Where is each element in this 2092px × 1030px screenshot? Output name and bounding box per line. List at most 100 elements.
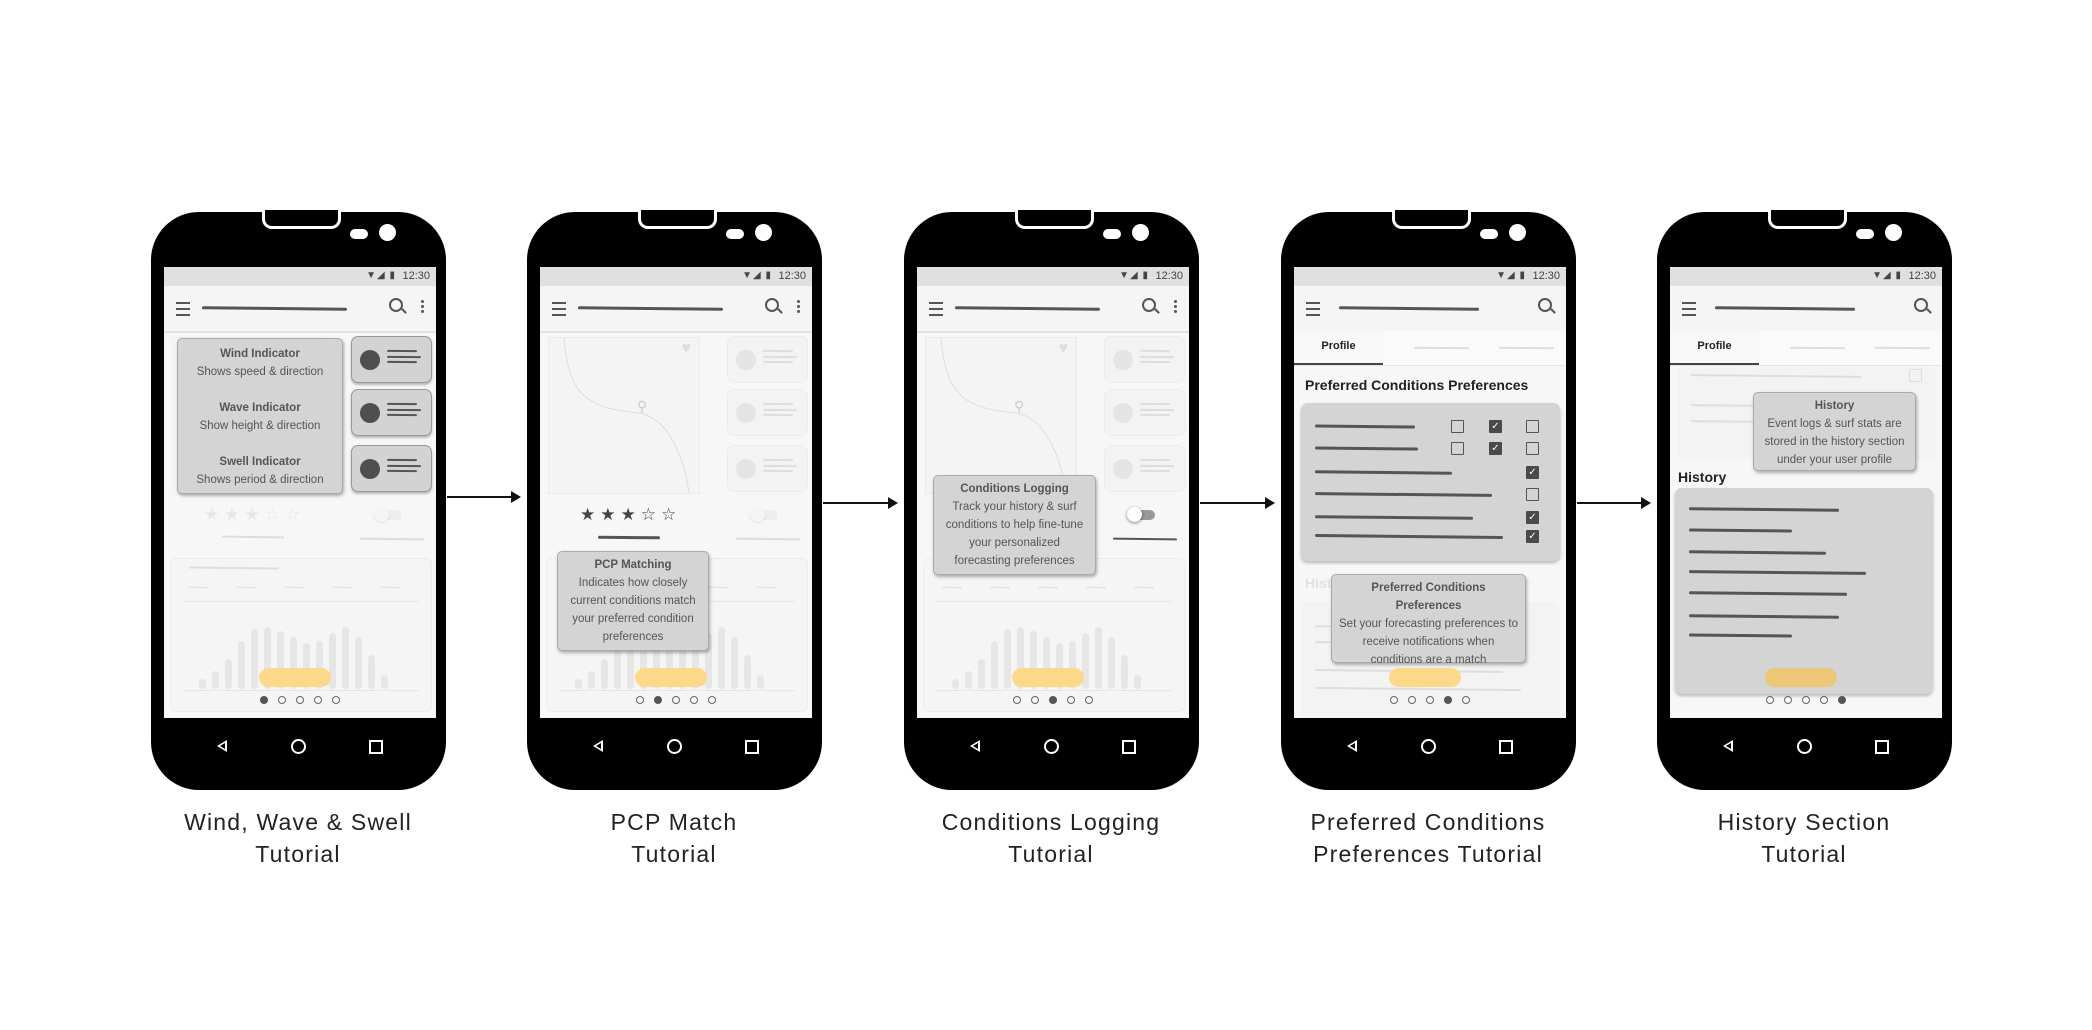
page-dot[interactable]: [260, 696, 268, 704]
page-dot[interactable]: [1408, 696, 1416, 704]
page-dot[interactable]: [332, 696, 340, 704]
page-dot[interactable]: [1784, 696, 1792, 704]
star-filled-icon[interactable]: ★: [224, 505, 244, 524]
menu-icon[interactable]: [1306, 302, 1320, 316]
checkbox-checked[interactable]: ✓: [1489, 420, 1502, 433]
menu-icon[interactable]: [929, 302, 943, 316]
wind-indicator-card[interactable]: [351, 336, 432, 383]
recents-icon[interactable]: [1499, 740, 1513, 754]
home-icon[interactable]: [1044, 739, 1059, 754]
page-dot[interactable]: [314, 696, 322, 704]
page-dot[interactable]: [1766, 696, 1774, 704]
page-dot[interactable]: [1031, 696, 1039, 704]
back-icon[interactable]: [1723, 740, 1733, 752]
checkbox-unchecked[interactable]: [1451, 442, 1464, 455]
toggle-knob[interactable]: [374, 507, 389, 522]
swell-indicator-card[interactable]: [727, 445, 808, 492]
search-icon[interactable]: [1538, 298, 1552, 312]
toggle-knob[interactable]: [1127, 507, 1142, 522]
next-button[interactable]: [1389, 668, 1461, 687]
toggle-knob[interactable]: [750, 507, 765, 522]
page-dot[interactable]: [654, 696, 662, 704]
checkbox-checked[interactable]: ✓: [1526, 530, 1539, 543]
page-dot[interactable]: [672, 696, 680, 704]
star-outline-icon[interactable]: ☆: [285, 505, 305, 524]
star-filled-icon[interactable]: ★: [204, 505, 224, 524]
tab-placeholder[interactable]: [1413, 346, 1470, 350]
recents-icon[interactable]: [1122, 740, 1136, 754]
swell-indicator-card[interactable]: [1104, 445, 1185, 492]
star-filled-icon[interactable]: ★: [600, 505, 620, 524]
recents-icon[interactable]: [745, 740, 759, 754]
checkbox-checked[interactable]: ✓: [1526, 466, 1539, 479]
page-dot[interactable]: [1802, 696, 1810, 704]
page-dot[interactable]: [1426, 696, 1434, 704]
checkbox-unchecked[interactable]: [1526, 488, 1539, 501]
rating-stars[interactable]: ★★★☆☆: [580, 505, 681, 525]
page-dot[interactable]: [708, 696, 716, 704]
checkbox-checked[interactable]: ✓: [1526, 511, 1539, 524]
star-outline-icon[interactable]: ☆: [265, 505, 285, 524]
page-dot[interactable]: [636, 696, 644, 704]
star-outline-icon[interactable]: ☆: [661, 505, 681, 524]
logging-toggle[interactable]: [750, 507, 778, 522]
next-button[interactable]: [259, 668, 331, 687]
page-dot[interactable]: [1013, 696, 1021, 704]
page-dot[interactable]: [1820, 696, 1828, 704]
wave-indicator-card[interactable]: [1104, 389, 1185, 436]
page-dot[interactable]: [1444, 696, 1452, 704]
search-icon[interactable]: [1142, 298, 1156, 312]
tab-profile[interactable]: Profile: [1670, 331, 1759, 365]
recents-icon[interactable]: [369, 740, 383, 754]
star-outline-icon[interactable]: ☆: [641, 505, 661, 524]
page-dot[interactable]: [1390, 696, 1398, 704]
page-dot[interactable]: [690, 696, 698, 704]
more-options-icon[interactable]: [1174, 300, 1177, 303]
home-icon[interactable]: [667, 739, 682, 754]
page-dot[interactable]: [296, 696, 304, 704]
recents-icon[interactable]: [1875, 740, 1889, 754]
home-icon[interactable]: [291, 739, 306, 754]
next-button[interactable]: [1012, 668, 1084, 687]
logging-toggle[interactable]: [374, 507, 402, 522]
home-icon[interactable]: [1797, 739, 1812, 754]
swell-indicator-card[interactable]: [351, 445, 432, 492]
menu-icon[interactable]: [552, 302, 566, 316]
tab-profile[interactable]: Profile: [1294, 331, 1383, 365]
wind-indicator-card[interactable]: [1104, 336, 1185, 383]
more-options-icon[interactable]: [421, 300, 424, 303]
menu-icon[interactable]: [176, 302, 190, 316]
search-icon[interactable]: [765, 298, 779, 312]
page-dot[interactable]: [1838, 696, 1846, 704]
home-icon[interactable]: [1421, 739, 1436, 754]
search-icon[interactable]: [389, 298, 403, 312]
page-dot[interactable]: [1049, 696, 1057, 704]
map-preview[interactable]: ♥⚲: [925, 337, 1077, 494]
wind-indicator-card[interactable]: [727, 336, 808, 383]
tab-placeholder[interactable]: [1874, 346, 1931, 350]
tab-placeholder[interactable]: [1498, 346, 1555, 350]
star-filled-icon[interactable]: ★: [621, 505, 641, 524]
back-icon[interactable]: [593, 740, 603, 752]
menu-icon[interactable]: [1682, 302, 1696, 316]
page-dot[interactable]: [278, 696, 286, 704]
rating-stars[interactable]: ★★★☆☆: [204, 505, 305, 525]
wave-indicator-card[interactable]: [727, 389, 808, 436]
back-icon[interactable]: [1347, 740, 1357, 752]
next-button[interactable]: [635, 668, 707, 687]
checkbox-checked[interactable]: ✓: [1489, 442, 1502, 455]
checkbox-unchecked[interactable]: [1526, 420, 1539, 433]
search-icon[interactable]: [1914, 298, 1928, 312]
back-icon[interactable]: [970, 740, 980, 752]
checkbox-unchecked[interactable]: [1451, 420, 1464, 433]
page-dot[interactable]: [1462, 696, 1470, 704]
checkbox-unchecked[interactable]: [1526, 442, 1539, 455]
page-dot[interactable]: [1085, 696, 1093, 704]
star-filled-icon[interactable]: ★: [580, 505, 600, 524]
star-filled-icon[interactable]: ★: [245, 505, 265, 524]
back-icon[interactable]: [217, 740, 227, 752]
more-options-icon[interactable]: [797, 300, 800, 303]
page-dot[interactable]: [1067, 696, 1075, 704]
next-button[interactable]: [1765, 668, 1837, 687]
tab-placeholder[interactable]: [1789, 346, 1846, 350]
